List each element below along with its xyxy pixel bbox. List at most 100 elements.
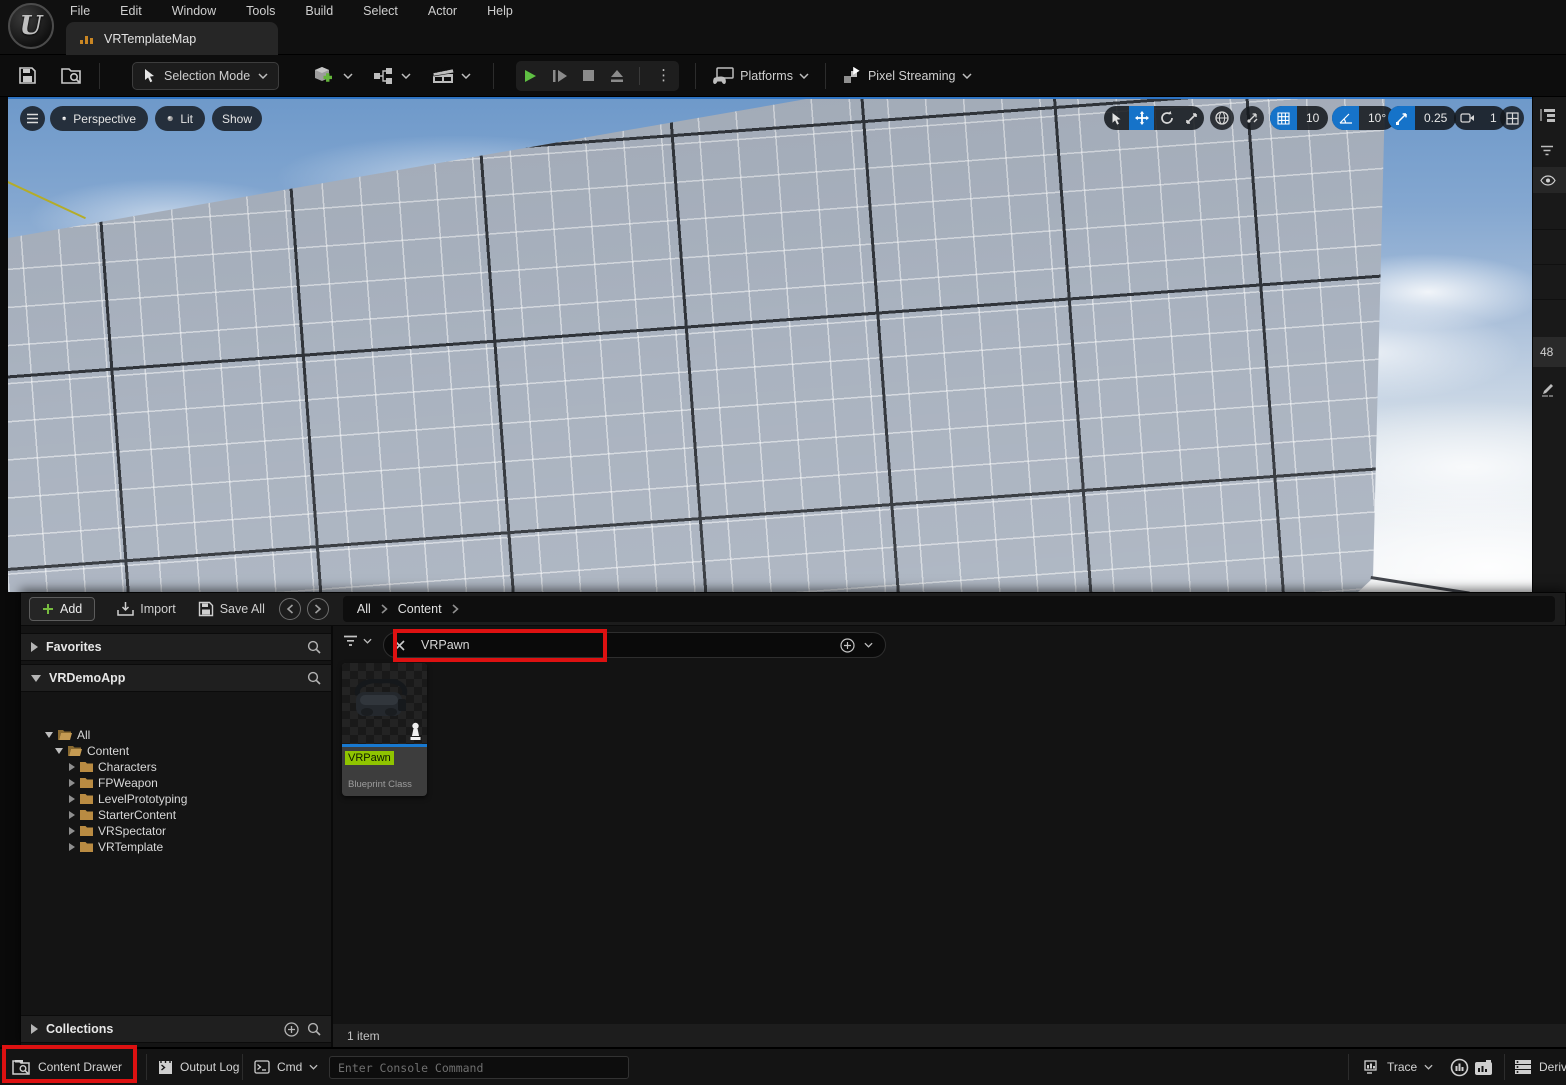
tree-item-vrspectator[interactable]: VRSpectator <box>21 823 331 839</box>
menu-build[interactable]: Build <box>301 4 337 18</box>
breadcrumb-chevron-icon <box>452 604 459 614</box>
chevron-down-icon <box>363 638 372 644</box>
expander-icon[interactable] <box>45 732 53 738</box>
expander-icon[interactable] <box>69 811 75 819</box>
search-icon[interactable] <box>307 1022 321 1036</box>
project-section[interactable]: VRDemoApp <box>21 664 331 692</box>
forward-button[interactable] <box>307 598 329 620</box>
tree-item-startercontent[interactable]: StarterContent <box>21 807 331 823</box>
collections-section[interactable]: Collections <box>21 1015 331 1043</box>
add-button[interactable]: Add <box>29 597 95 621</box>
tree-item-vrtemplate[interactable]: VRTemplate <box>21 839 331 855</box>
surface-snapping-button[interactable] <box>1240 106 1264 130</box>
expander-icon[interactable] <box>69 779 75 787</box>
menu-actor[interactable]: Actor <box>424 4 461 18</box>
menu-help[interactable]: Help <box>483 4 517 18</box>
rotation-snap-control[interactable]: 10° <box>1332 106 1395 130</box>
chevron-down-icon[interactable] <box>864 642 873 648</box>
save-all-button[interactable]: Save All <box>198 601 265 617</box>
insights-button[interactable] <box>1450 1049 1469 1085</box>
show-dropdown[interactable]: Show <box>212 106 262 131</box>
filter-icon[interactable] <box>1533 139 1566 161</box>
asset-tile-vrpawn[interactable]: VRPawn Blueprint Class <box>342 663 427 796</box>
search-icon[interactable] <box>307 671 321 685</box>
platforms-dropdown[interactable]: Platforms <box>712 67 809 85</box>
pixel-streaming-dropdown[interactable]: Pixel Streaming <box>842 67 972 85</box>
expander-icon[interactable] <box>31 642 38 652</box>
console-command-input[interactable] <box>329 1056 629 1079</box>
breadcrumb-all[interactable]: All <box>357 602 371 616</box>
output-log-button[interactable]: Output Log <box>158 1049 239 1085</box>
menu-file[interactable]: File <box>66 4 94 18</box>
cmd-dropdown[interactable]: Cmd <box>254 1049 318 1085</box>
search-icon[interactable] <box>307 640 321 654</box>
expander-icon[interactable] <box>69 795 75 803</box>
level-viewport[interactable]: Perspective Lit Show 10 10° <box>8 97 1532 592</box>
tree-item-content[interactable]: Content <box>21 743 331 759</box>
content-browser-toolbar: Add Import Save All All Content <box>21 593 1565 626</box>
menu-select[interactable]: Select <box>359 4 402 18</box>
maximize-viewport-button[interactable] <box>1500 106 1524 130</box>
selection-mode-dropdown[interactable]: Selection Mode <box>132 62 279 90</box>
expander-icon[interactable] <box>55 748 63 754</box>
status-bar: Content Drawer Output Log Cmd Trace <box>0 1047 1566 1085</box>
tree-item-levelprototyping[interactable]: LevelPrototyping <box>21 791 331 807</box>
grid-snap-control[interactable]: 10 <box>1270 106 1328 130</box>
chevron-down-icon <box>401 73 411 79</box>
add-actor-dropdown[interactable] <box>313 65 353 87</box>
play-options-kebab[interactable]: ⋮ <box>654 68 673 83</box>
menu-tools[interactable]: Tools <box>242 4 279 18</box>
scale-snap-value: 0.25 <box>1415 111 1456 125</box>
play-button[interactable] <box>522 68 538 84</box>
unreal-logo-icon[interactable]: U <box>8 3 54 49</box>
selection-mode-label: Selection Mode <box>164 69 250 83</box>
expander-icon[interactable] <box>31 675 41 682</box>
scale-tool[interactable] <box>1179 106 1204 130</box>
add-collection-icon[interactable] <box>284 1022 299 1037</box>
tree-item-fpweapon[interactable]: FPWeapon <box>21 775 331 791</box>
import-button[interactable]: Import <box>117 601 175 617</box>
save-icon[interactable] <box>18 66 37 85</box>
derived-data-button[interactable]: Derive <box>1514 1049 1566 1085</box>
tree-item-characters[interactable]: Characters <box>21 759 331 775</box>
skip-frame-button[interactable] <box>552 69 568 83</box>
save-search-icon[interactable] <box>840 638 855 653</box>
expander-icon[interactable] <box>69 763 75 771</box>
favorites-section[interactable]: Favorites <box>21 633 331 661</box>
tree-item-all[interactable]: All <box>21 727 331 743</box>
camera-speed-control[interactable]: 1 <box>1454 106 1506 130</box>
separator <box>493 63 494 89</box>
edit-pencil-icon[interactable] <box>1533 377 1566 401</box>
eject-button[interactable] <box>609 69 625 83</box>
visibility-eye-icon[interactable] <box>1533 167 1566 193</box>
stop-button[interactable] <box>582 69 595 82</box>
rotate-tool[interactable] <box>1154 106 1179 130</box>
menu-edit[interactable]: Edit <box>116 4 146 18</box>
trace-dropdown[interactable]: Trace <box>1364 1049 1433 1085</box>
viewport-options-button[interactable] <box>20 106 45 131</box>
cinematics-dropdown[interactable] <box>431 67 471 85</box>
blueprints-dropdown[interactable] <box>373 67 411 85</box>
expander-icon[interactable] <box>69 827 75 835</box>
world-local-toggle[interactable] <box>1210 106 1234 130</box>
select-tool[interactable] <box>1104 106 1129 130</box>
back-button[interactable] <box>279 598 301 620</box>
perspective-dropdown[interactable]: Perspective <box>50 106 148 131</box>
breadcrumb-content[interactable]: Content <box>398 602 442 616</box>
screenshot-stats-button[interactable] <box>1474 1049 1494 1085</box>
tab-vrtemplatemap[interactable]: VRTemplateMap <box>66 22 278 55</box>
expander-icon[interactable] <box>31 1024 38 1034</box>
expander-icon[interactable] <box>69 843 75 851</box>
grid-snap-icon <box>1270 106 1297 130</box>
scale-snap-control[interactable]: 0.25 <box>1388 106 1456 130</box>
filters-dropdown[interactable] <box>343 635 372 647</box>
lit-dropdown[interactable]: Lit <box>155 106 205 131</box>
asset-type: Blueprint Class <box>348 779 412 790</box>
main-toolbar: Selection Mode ⋮ Platforms <box>0 55 1566 97</box>
browse-content-icon[interactable] <box>61 66 83 85</box>
snap-arrows-icon <box>1245 111 1259 125</box>
menu-window[interactable]: Window <box>168 4 220 18</box>
move-tool[interactable] <box>1129 106 1154 130</box>
server-stack-icon <box>1514 1059 1532 1075</box>
outliner-icon[interactable] <box>1533 103 1566 127</box>
